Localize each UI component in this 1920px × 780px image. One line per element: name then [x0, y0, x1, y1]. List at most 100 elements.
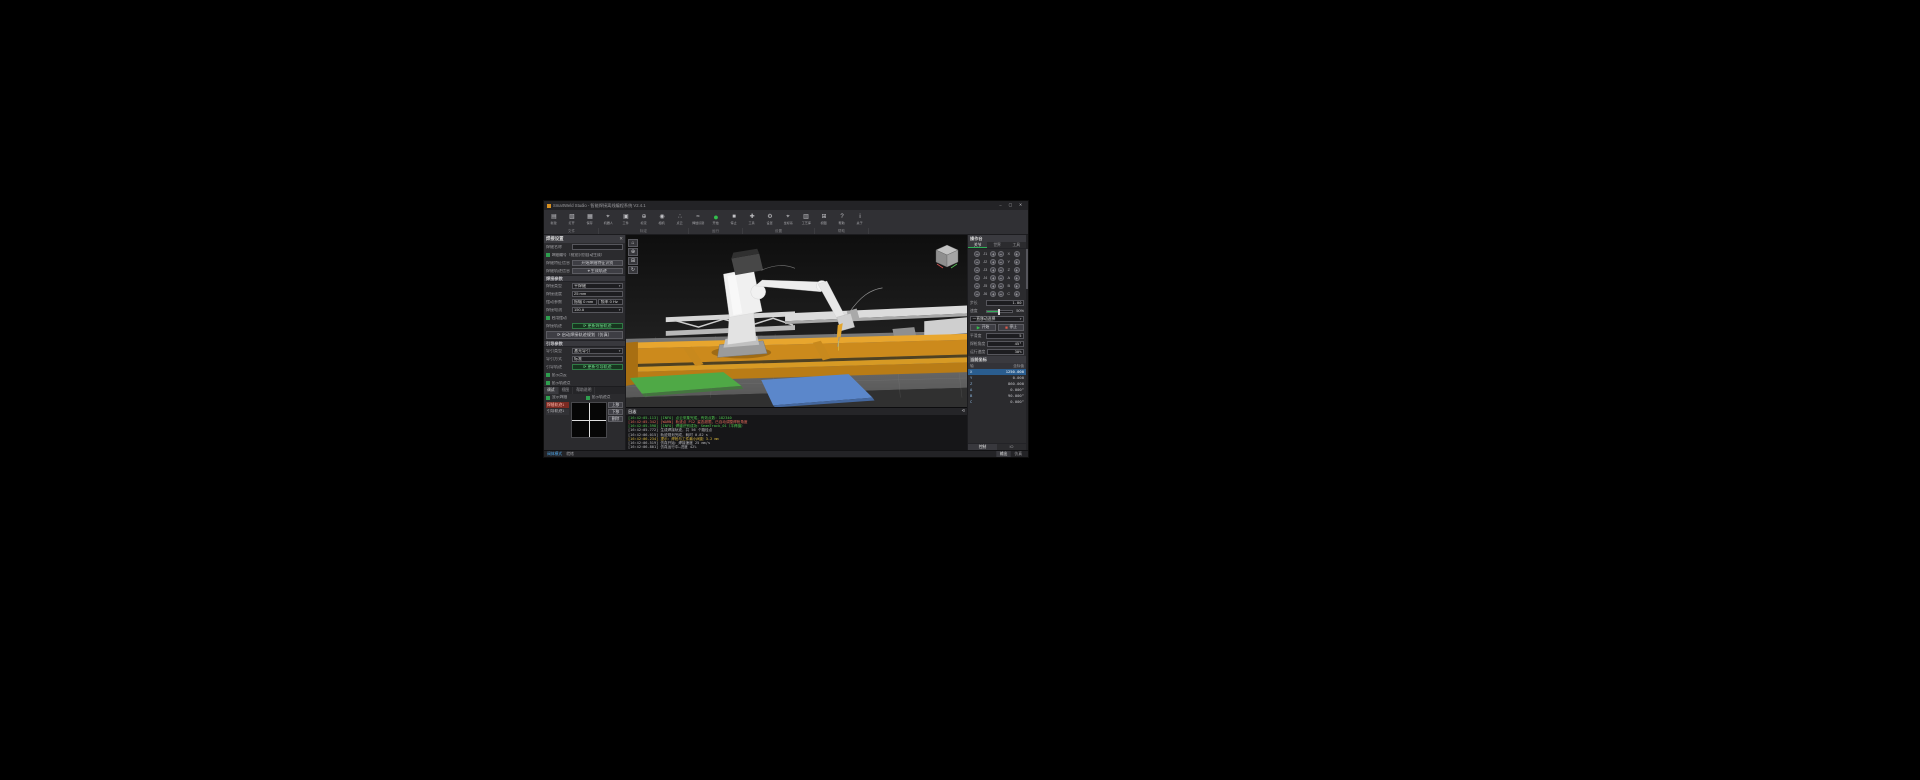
jog-plus-button[interactable]: +	[990, 259, 997, 265]
weld-speed-input[interactable]: 25 mm	[571, 291, 623, 297]
ribbon-button[interactable]: ▣ 工件	[617, 210, 635, 228]
ribbon-button[interactable]: ⊕ 标定	[635, 210, 653, 228]
run-param-input[interactable]: 45°	[986, 341, 1024, 347]
jog-minus-button[interactable]: −	[974, 251, 981, 257]
ribbon-button[interactable]: ▥ 工艺库	[797, 210, 815, 228]
seam-list-button[interactable]: 删除	[608, 416, 623, 422]
jog-minus-button[interactable]: −	[974, 259, 981, 265]
weld-current-select[interactable]: 150 A ▾	[571, 307, 623, 313]
seam-list-item[interactable]: 焊缝轨迹1	[546, 402, 569, 408]
jog-minus-button[interactable]: −	[974, 275, 981, 281]
generate-track-button[interactable]: ⌖ 生成轨迹	[571, 267, 623, 275]
weave-amp-input[interactable]: 振幅 0 mm	[571, 299, 597, 305]
ribbon-button[interactable]: ▦ 保存	[581, 210, 599, 228]
speed-slider[interactable]	[985, 309, 1013, 315]
viewport-3d[interactable]: ⌂ ⊕ ⊞ ↻	[626, 235, 967, 408]
jog-minus-button[interactable]: −	[997, 251, 1004, 257]
ribbon-button[interactable]: ▧ 打开	[563, 210, 581, 228]
guide-type-select[interactable]: 激光导引 ▾	[571, 348, 623, 354]
start-plan-button[interactable]: ⟳ 启动焊接轨迹规划（仿真）	[546, 331, 623, 339]
jog-minus-button[interactable]: −	[974, 267, 981, 273]
right-panel-scrollbar[interactable]	[1026, 235, 1028, 450]
jog-minus-button[interactable]: −	[997, 275, 1004, 281]
ribbon-button[interactable]: ● 开始	[707, 210, 725, 228]
viewport-scene[interactable]	[626, 235, 967, 408]
update-weld-track-button[interactable]: ⟳ 更新焊接轨迹	[571, 322, 623, 330]
jog-minus-button[interactable]: −	[997, 267, 1004, 273]
ribbon-button[interactable]: ? 帮助	[833, 210, 851, 228]
jog-plus-button[interactable]: +	[990, 267, 997, 273]
seam-list-button[interactable]: 上移	[608, 402, 623, 408]
jog-plus-button[interactable]: +	[1013, 267, 1020, 273]
seam-list-button[interactable]: 下移	[608, 409, 623, 415]
maximize-button[interactable]: ▢	[1006, 202, 1015, 209]
seam-panel-tab[interactable]: 视图	[559, 387, 574, 394]
ribbon-button[interactable]: ≈ 焊缝识别	[689, 210, 707, 228]
run-param-input[interactable]: 5	[985, 333, 1024, 339]
jog-plus-button[interactable]: +	[1013, 259, 1020, 265]
panel-close-icon[interactable]: ✕	[619, 236, 623, 241]
weld-type-select[interactable]: 平焊缝 ▾	[571, 283, 623, 289]
viewport-tool-button[interactable]: ⊞	[628, 257, 638, 265]
jog-plus-button[interactable]: +	[1013, 275, 1020, 281]
viewport-tool-button[interactable]: ↻	[628, 266, 638, 274]
run-param-input[interactable]: 30%	[986, 349, 1024, 355]
auto-id-checkbox[interactable]	[546, 253, 550, 257]
ribbon-button[interactable]: ⚙ 设置	[761, 210, 779, 228]
log-lines[interactable]: [16:42:05.113] [INFO] 点云采集完成，有效点数：182340…	[626, 415, 967, 450]
ribbon-button[interactable]: ⌖ 坐标系	[779, 210, 797, 228]
show-seam-checkbox[interactable]	[546, 395, 550, 400]
coords-table-row[interactable]: C 0.000°	[968, 399, 1026, 405]
log-clear-icon[interactable]: ⟲	[962, 409, 965, 414]
ribbon-button[interactable]: ⌖ 机器人	[599, 210, 617, 228]
show-cloud-checkbox[interactable]	[546, 373, 550, 377]
seam-list-item[interactable]: 引导轨迹1	[546, 408, 569, 415]
weave-enable-checkbox[interactable]	[546, 316, 550, 320]
speed-slider-handle[interactable]	[998, 309, 1001, 315]
coord-frame-tab[interactable]: 世界	[987, 242, 1006, 248]
show-trackpoints-checkbox[interactable]	[585, 395, 590, 400]
statusbar-tab[interactable]: 输出	[995, 451, 1011, 457]
ribbon-button[interactable]: i 关于	[851, 210, 869, 228]
jog-minus-button[interactable]: −	[997, 291, 1004, 297]
ribbon-button[interactable]: ⊞ 视图	[815, 210, 833, 228]
show-points-checkbox[interactable]	[546, 381, 550, 385]
minimize-button[interactable]: –	[996, 202, 1005, 209]
seam-feature-button[interactable]: 开始焊缝特征识别	[571, 259, 623, 267]
guide-mode-input[interactable]: 标准	[571, 356, 623, 362]
stop-button[interactable]: ■ 停止	[998, 324, 1024, 331]
jog-plus-button[interactable]: +	[990, 291, 997, 297]
motion-mode-select[interactable]: 一直移动选择 ▾	[970, 316, 1024, 322]
viewport-tool-button[interactable]: ⌂	[628, 239, 638, 247]
jog-minus-button[interactable]: −	[974, 283, 981, 289]
close-button[interactable]: ✕	[1016, 202, 1025, 209]
viewport-tool-button[interactable]: ⊕	[628, 248, 638, 256]
statusbar-tab[interactable]: 仿真	[1010, 451, 1025, 457]
start-button[interactable]: ▶ 开始	[970, 324, 996, 331]
seam-name-input[interactable]	[571, 244, 623, 250]
jog-plus-button[interactable]: +	[1013, 291, 1020, 297]
weave-freq-input[interactable]: 频率 0 Hz	[598, 299, 623, 305]
ribbon-button[interactable]: ■ 停止	[725, 210, 743, 228]
ribbon-button[interactable]: ✚ 工具	[743, 210, 761, 228]
jog-minus-button[interactable]: −	[974, 291, 981, 297]
ribbon-button[interactable]: ◉ 相机	[653, 210, 671, 228]
seam-panel-tab[interactable]: 调试	[544, 387, 559, 394]
jog-plus-button[interactable]: +	[990, 275, 997, 281]
ribbon-button[interactable]: ∴ 点云	[671, 210, 689, 228]
nav-cube[interactable]	[934, 243, 960, 269]
step-input[interactable]: 1.00	[985, 300, 1024, 306]
jog-plus-button[interactable]: +	[1013, 251, 1020, 257]
jog-plus-button[interactable]: +	[1013, 283, 1020, 289]
jog-minus-button[interactable]: −	[997, 283, 1004, 289]
coord-frame-tab[interactable]: 工具	[1007, 242, 1026, 248]
coord-frame-tab[interactable]: 关节	[968, 242, 988, 248]
right-panel-bottom-tab[interactable]: 控制	[968, 444, 997, 450]
camera-thumbnail[interactable]	[570, 402, 607, 438]
jog-plus-button[interactable]: +	[990, 251, 997, 257]
update-guide-track-button[interactable]: ⟳ 更新引导轨迹	[571, 363, 623, 371]
jog-plus-button[interactable]: +	[990, 283, 997, 289]
jog-minus-button[interactable]: −	[997, 259, 1004, 265]
right-panel-bottom-tab[interactable]: IO	[997, 444, 1026, 450]
scrollbar-thumb[interactable]	[1026, 249, 1028, 289]
